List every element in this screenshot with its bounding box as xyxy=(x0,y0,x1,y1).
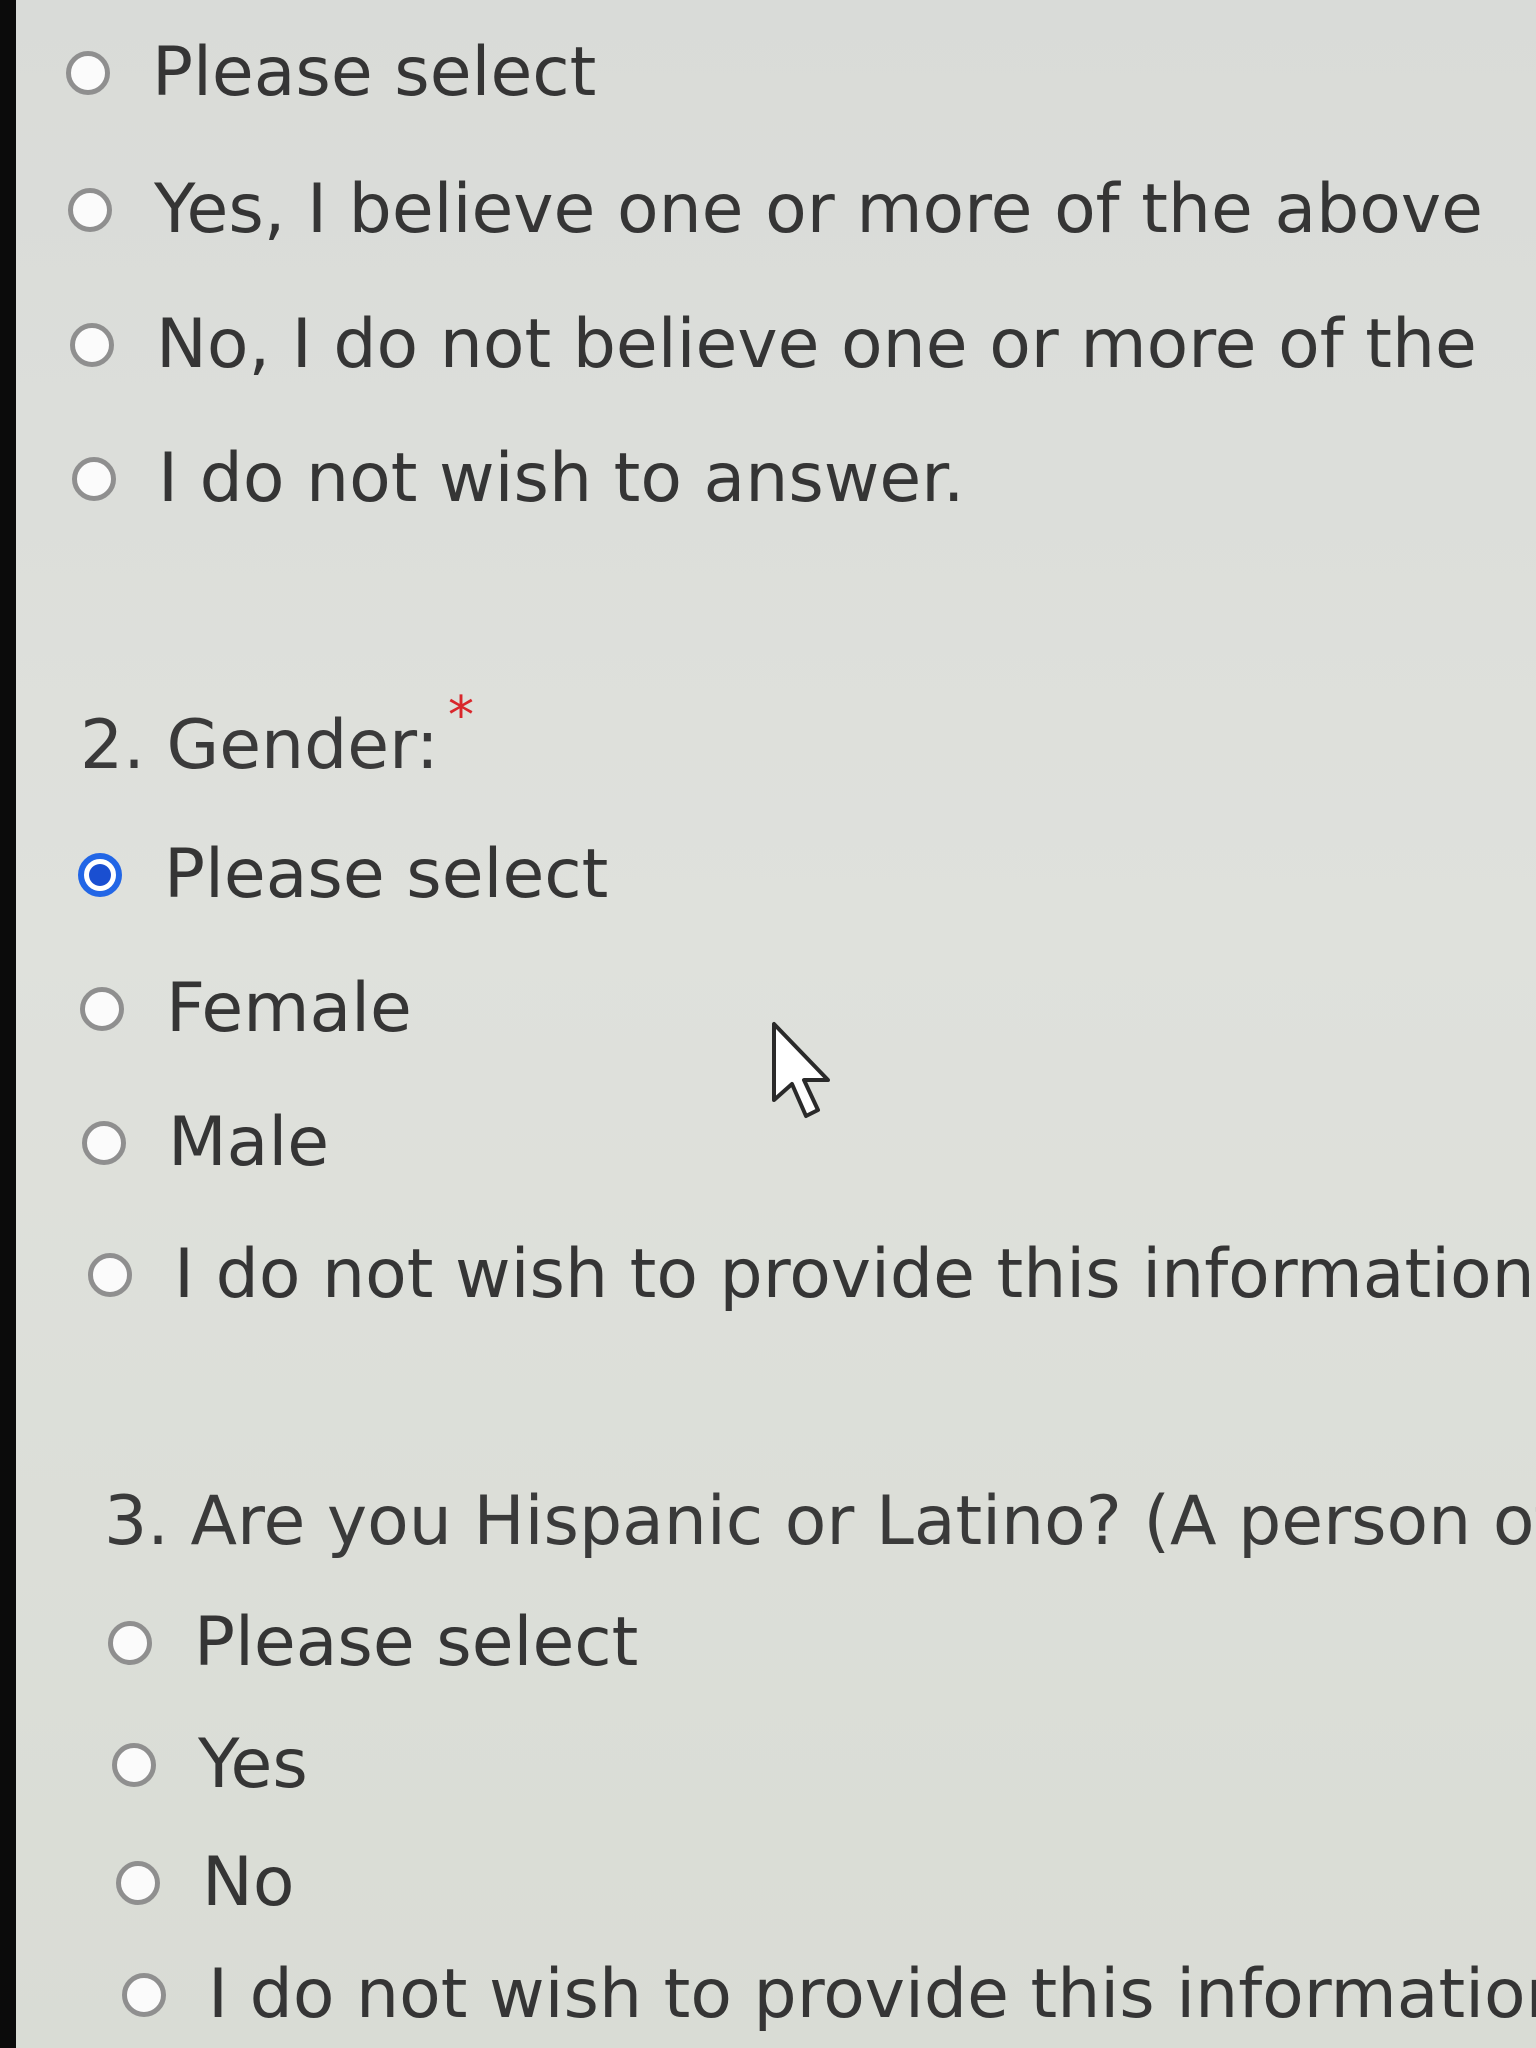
q1-option-no[interactable]: No, I do not believe one or more of the xyxy=(70,290,1477,400)
q1-option-please-select[interactable]: Please select xyxy=(66,18,596,128)
radio-button[interactable] xyxy=(72,457,116,501)
form-screen: Please select Yes, I believe one or more… xyxy=(16,0,1536,2048)
mouse-pointer-icon xyxy=(772,1022,830,1118)
question-2-title: 2. Gender: xyxy=(80,706,439,785)
option-label: Yes xyxy=(198,1725,308,1804)
required-asterisk: * xyxy=(448,686,474,746)
option-label: Female xyxy=(166,969,412,1048)
radio-button[interactable] xyxy=(108,1621,152,1665)
q3-option-no-info[interactable]: I do not wish to provide this informatio… xyxy=(122,1940,1536,2048)
radio-button[interactable] xyxy=(112,1743,156,1787)
radio-button[interactable] xyxy=(82,1121,126,1165)
q3-option-yes[interactable]: Yes xyxy=(112,1710,308,1820)
option-label: Please select xyxy=(152,33,597,112)
q1-option-yes[interactable]: Yes, I believe one or more of the above xyxy=(68,155,1483,265)
option-label: Yes, I believe one or more of the above xyxy=(154,170,1483,249)
q2-option-please-select[interactable]: Please select xyxy=(78,820,608,930)
q2-option-male[interactable]: Male xyxy=(82,1088,329,1198)
option-label: I do not wish to provide this informatio… xyxy=(208,1955,1536,2034)
radio-button[interactable] xyxy=(80,987,124,1031)
option-label: Please select xyxy=(164,835,609,914)
radio-button[interactable] xyxy=(122,1973,166,2017)
q3-option-please-select[interactable]: Please select xyxy=(108,1588,638,1698)
radio-button[interactable] xyxy=(70,323,114,367)
option-label: Please select xyxy=(194,1603,639,1682)
radio-button[interactable] xyxy=(116,1861,160,1905)
option-label: I do not wish to provide this informatio… xyxy=(174,1235,1535,1314)
radio-button-selected[interactable] xyxy=(78,853,122,897)
q2-option-female[interactable]: Female xyxy=(80,954,412,1064)
q1-option-no-answer[interactable]: I do not wish to answer. xyxy=(72,424,965,534)
radio-button[interactable] xyxy=(88,1253,132,1297)
q2-option-no-info[interactable]: I do not wish to provide this informatio… xyxy=(88,1220,1535,1330)
radio-button[interactable] xyxy=(68,188,112,232)
option-label: I do not wish to answer. xyxy=(158,439,965,518)
option-label: No, I do not believe one or more of the xyxy=(156,305,1477,384)
question-3-title: 3. Are you Hispanic or Latino? (A person… xyxy=(104,1482,1536,1561)
q3-option-no[interactable]: No xyxy=(116,1828,294,1938)
radio-button[interactable] xyxy=(66,51,110,95)
option-label: Male xyxy=(168,1103,330,1182)
option-label: No xyxy=(202,1843,295,1922)
